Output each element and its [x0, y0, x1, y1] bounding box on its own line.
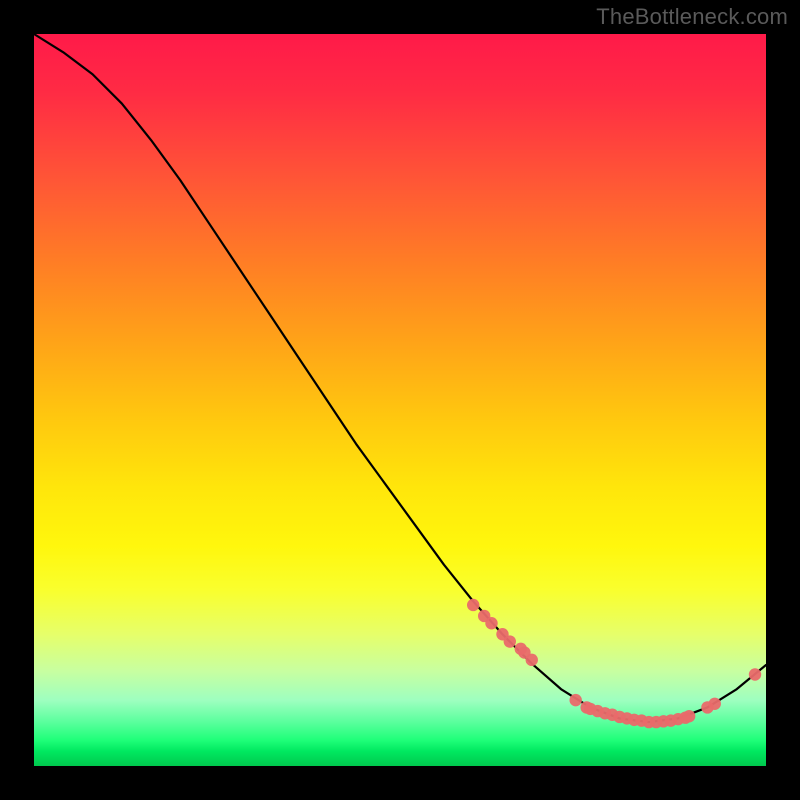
data-marker — [526, 654, 538, 666]
data-marker — [569, 694, 581, 706]
data-marker — [504, 635, 516, 647]
data-marker — [467, 599, 479, 611]
watermark-text: TheBottleneck.com — [596, 4, 788, 30]
data-marker — [485, 617, 497, 629]
plot-area — [34, 34, 766, 766]
data-marker — [749, 668, 761, 680]
marker-layer — [34, 34, 766, 766]
data-marker — [709, 698, 721, 710]
data-marker — [683, 710, 695, 722]
